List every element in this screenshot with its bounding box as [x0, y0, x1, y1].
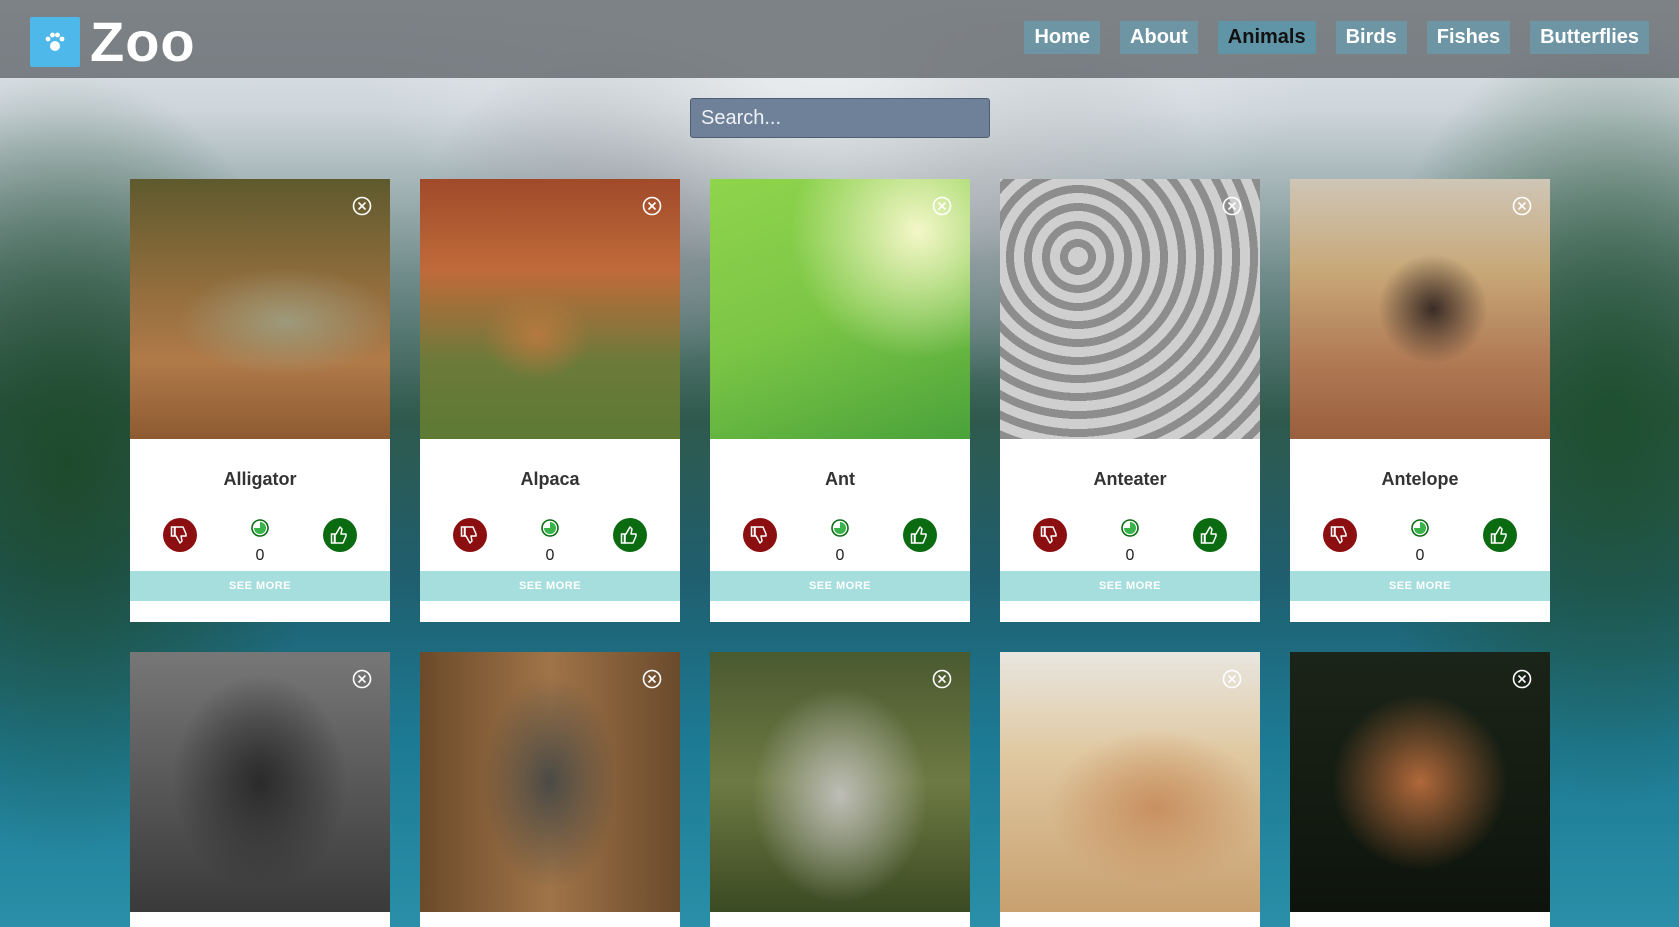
animal-photo — [130, 652, 390, 912]
like-button[interactable] — [323, 518, 357, 552]
score-icon — [1411, 519, 1429, 537]
navbar: Zoo Home About Animals Birds Fishes Butt… — [0, 0, 1679, 78]
animal-card: Ant 0 SEE MORE — [710, 179, 970, 622]
see-more-button[interactable]: SEE MORE — [130, 571, 390, 601]
paw-icon — [45, 32, 65, 51]
card-actions: 0 — [420, 491, 680, 571]
see-more-button[interactable]: SEE MORE — [420, 571, 680, 601]
thumbs-down-icon — [170, 526, 187, 544]
search-input[interactable] — [690, 98, 990, 138]
animal-card — [130, 652, 390, 927]
animal-photo — [420, 652, 680, 912]
nav-animals[interactable]: Animals — [1217, 21, 1316, 54]
animal-photo — [1290, 652, 1550, 912]
animal-photo — [1290, 179, 1550, 439]
score-icon — [541, 519, 559, 537]
score-value: 0 — [1415, 547, 1425, 564]
like-button[interactable] — [903, 518, 937, 552]
like-button[interactable] — [1193, 518, 1227, 552]
animal-name: Alpaca — [520, 469, 580, 489]
nav-birds[interactable]: Birds — [1335, 21, 1407, 54]
nav-fishes[interactable]: Fishes — [1426, 21, 1511, 54]
animal-name: Anteater — [1093, 469, 1167, 489]
animal-photo — [710, 652, 970, 912]
score-icon — [831, 519, 849, 537]
animal-card: Alpaca 0 SEE MORE — [420, 179, 680, 622]
remove-icon[interactable] — [352, 669, 372, 689]
animal-card — [420, 652, 680, 927]
card-actions: 0 — [1290, 491, 1550, 571]
score-value: 0 — [835, 547, 845, 564]
animal-name: Ant — [825, 469, 855, 489]
animal-name: Alligator — [223, 469, 297, 489]
animal-card — [710, 652, 970, 927]
nav-home[interactable]: Home — [1024, 21, 1101, 54]
see-more-button[interactable]: SEE MORE — [710, 571, 970, 601]
animal-card — [1290, 652, 1550, 927]
thumbs-down-icon — [460, 526, 477, 544]
animal-photo — [420, 179, 680, 439]
animal-photo — [130, 179, 390, 439]
card-actions: 0 — [130, 491, 390, 571]
remove-icon[interactable] — [1512, 196, 1532, 216]
thumbs-up-icon — [330, 526, 347, 544]
card-actions: 0 — [1000, 491, 1260, 571]
animal-photo — [1000, 652, 1260, 912]
remove-icon[interactable] — [1222, 196, 1242, 216]
remove-icon[interactable] — [352, 196, 372, 216]
thumbs-up-icon — [910, 526, 927, 544]
thumbs-up-icon — [1200, 526, 1217, 544]
remove-icon[interactable] — [932, 669, 952, 689]
remove-icon[interactable] — [642, 669, 662, 689]
nav-butterflies[interactable]: Butterflies — [1530, 21, 1649, 54]
score-value: 0 — [1125, 547, 1135, 564]
remove-icon[interactable] — [1222, 669, 1242, 689]
animal-card — [1000, 652, 1260, 927]
score-icon — [251, 519, 269, 537]
remove-icon[interactable] — [642, 196, 662, 216]
animal-card: Anteater 0 SEE MORE — [1000, 179, 1260, 622]
thumbs-down-icon — [1330, 526, 1347, 544]
animal-card: Alligator 0 SEE MORE — [130, 179, 390, 622]
card-actions: 0 — [710, 491, 970, 571]
animal-card: Antelope 0 SEE MORE — [1290, 179, 1550, 622]
thumbs-up-icon — [1490, 526, 1507, 544]
nav-about[interactable]: About — [1120, 21, 1198, 54]
animal-name: Antelope — [1381, 469, 1459, 489]
animal-photo — [710, 179, 970, 439]
score-icon — [1121, 519, 1139, 537]
thumbs-down-icon — [750, 526, 767, 544]
thumbs-up-icon — [620, 526, 637, 544]
score-value: 0 — [545, 547, 555, 564]
like-button[interactable] — [613, 518, 647, 552]
remove-icon[interactable] — [932, 196, 952, 216]
logo[interactable] — [30, 17, 80, 67]
see-more-button[interactable]: SEE MORE — [1000, 571, 1260, 601]
main-nav: Home About Animals Birds Fishes Butterfl… — [1024, 21, 1649, 54]
thumbs-down-icon — [1040, 526, 1057, 544]
score-value: 0 — [255, 547, 265, 564]
remove-icon[interactable] — [1512, 669, 1532, 689]
like-button[interactable] — [1483, 518, 1517, 552]
brand-title[interactable]: Zoo — [90, 12, 196, 72]
animal-photo — [1000, 179, 1260, 439]
see-more-button[interactable]: SEE MORE — [1290, 571, 1550, 601]
